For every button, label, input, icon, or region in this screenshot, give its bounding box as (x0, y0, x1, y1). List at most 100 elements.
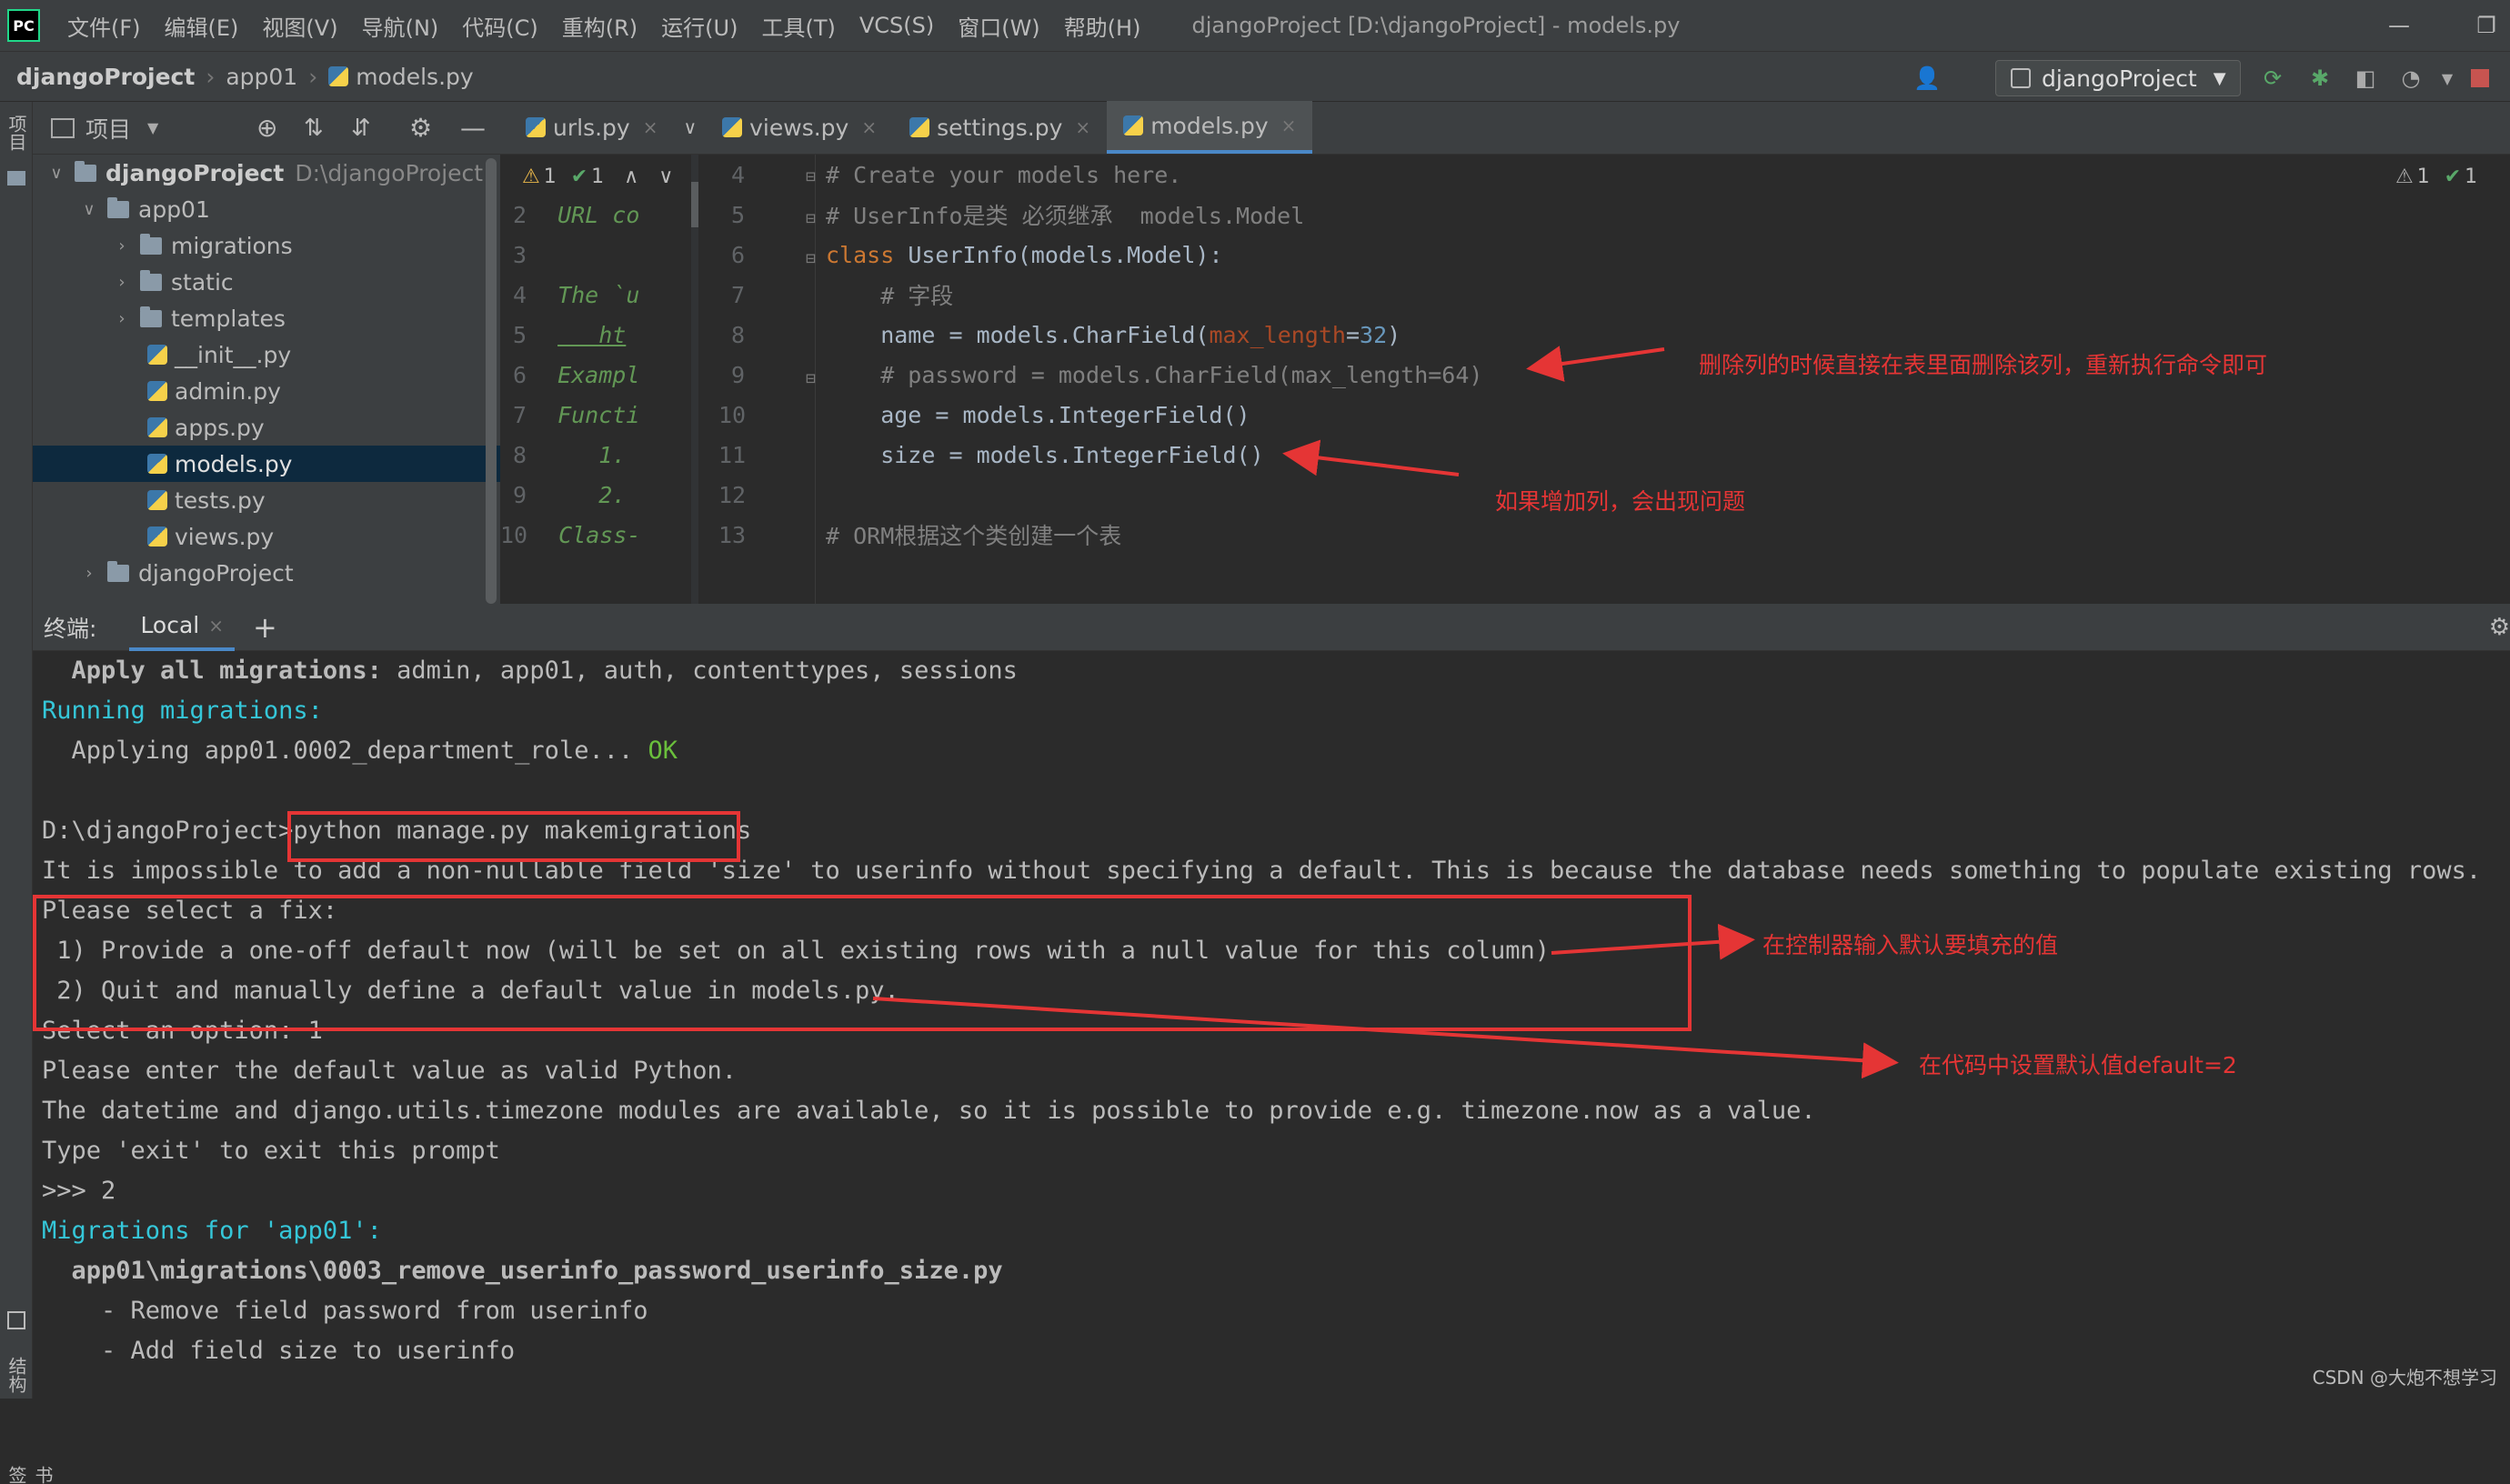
code-text: ) (1387, 322, 1401, 348)
tree-item-djangoproject-pkg[interactable]: › djangoProject (33, 555, 500, 591)
menu-window[interactable]: 窗口(W) (958, 10, 1039, 42)
debug-icon[interactable]: ✱ (2306, 65, 2334, 92)
restore-button[interactable]: ❐ (2470, 9, 2503, 42)
terminal-tab-local[interactable]: Local × (129, 604, 235, 651)
tab-urls-py[interactable]: urls.py × (509, 101, 674, 154)
chevron-down-icon[interactable]: ▼ (147, 119, 158, 136)
terminal-line: Migrations for 'app01': (42, 1211, 2497, 1251)
chevron-right-icon[interactable]: › (111, 236, 133, 256)
tree-item-djangoproject-root[interactable]: ∨ djangoProject D:\djangoProject (33, 155, 500, 191)
bookmarks-tool-tab[interactable]: 书签 (4, 1466, 56, 1484)
tab-label: urls.py (553, 115, 630, 141)
minimize-button[interactable]: — (2383, 9, 2415, 42)
pycharm-logo-icon: PC (7, 9, 40, 42)
project-tool-tab[interactable]: 项目 (4, 115, 30, 151)
warning-icon: ⚠ (522, 165, 540, 188)
menu-file[interactable]: 文件(F) (67, 10, 141, 42)
tab-views-py[interactable]: views.py × (706, 101, 893, 154)
fold-icon[interactable]: ⊟ (806, 249, 816, 268)
project-panel: 项目 ▼ ⊕ ⇅ ⇵ ⚙ — ∨ djangoProject D:\django… (33, 102, 500, 604)
terminal-text: admin, app01, auth, contenttypes, sessio… (382, 657, 1018, 685)
chevron-up-icon[interactable]: ∧ (624, 165, 638, 188)
tree-item-apps-py[interactable]: apps.py (33, 409, 500, 446)
tree-item-migrations[interactable]: › migrations (33, 227, 500, 264)
menu-view[interactable]: 视图(V) (262, 10, 337, 42)
python-file-icon (147, 490, 167, 510)
menu-refactor[interactable]: 重构(R) (562, 10, 638, 42)
tree-item-tests-py[interactable]: tests.py (33, 482, 500, 518)
more-run-options-icon[interactable]: ▼ (2434, 65, 2461, 92)
tree-item-views-py[interactable]: views.py (33, 518, 500, 555)
code-line-7: # 字段 (826, 275, 953, 315)
tab-settings-py[interactable]: settings.py × (893, 101, 1107, 154)
tree-item-admin-py[interactable]: admin.py (33, 373, 500, 409)
project-panel-title[interactable]: 项目 (85, 112, 131, 145)
code-text: URL co (557, 202, 639, 228)
inspection-widget-left[interactable]: ⚠ 1 ✔ 1 ∧ ∨ (522, 160, 673, 193)
menu-code[interactable]: 代码(C) (462, 10, 537, 42)
tab-models-py[interactable]: models.py × (1107, 101, 1312, 154)
run-config-selector[interactable]: djangoProject ▼ (1995, 60, 2241, 96)
expand-all-icon[interactable]: ⇅ (304, 115, 324, 142)
stop-icon[interactable] (2466, 65, 2494, 92)
menu-navigate[interactable]: 导航(N) (362, 10, 439, 42)
menu-edit[interactable]: 编辑(E) (165, 10, 239, 42)
python-file-icon (526, 117, 546, 137)
rerun-icon[interactable]: ⟳ (2259, 65, 2286, 92)
project-view-icon (51, 118, 75, 138)
gear-icon[interactable]: ⚙ (2489, 614, 2510, 641)
project-tree: ∨ djangoProject D:\djangoProject ∨ app01… (33, 155, 500, 591)
menu-vcs[interactable]: VCS(S) (859, 13, 934, 38)
chevron-down-icon[interactable]: ∨ (78, 200, 100, 219)
hide-panel-icon[interactable]: — (460, 113, 486, 143)
chevron-right-icon[interactable]: › (111, 273, 133, 292)
code-line-4: # Create your models here. (826, 155, 1181, 195)
close-icon[interactable]: × (1281, 115, 1297, 136)
chevron-right-icon: › (308, 64, 317, 90)
chevron-down-icon[interactable]: ∨ (683, 116, 697, 138)
chevron-down-icon[interactable]: ∨ (45, 164, 67, 183)
close-icon[interactable]: × (208, 615, 224, 637)
tree-item-static[interactable]: › static (33, 264, 500, 300)
profile-icon[interactable]: ◔ (2397, 65, 2425, 92)
breadcrumb-app01[interactable]: app01 (226, 64, 297, 90)
menu-run[interactable]: 运行(U) (661, 10, 738, 42)
python-file-icon (147, 454, 167, 474)
breadcrumb-models[interactable]: models.py (356, 64, 473, 90)
close-icon[interactable]: × (1075, 116, 1090, 138)
line-number: 3 (513, 242, 527, 268)
close-icon[interactable]: × (861, 116, 877, 138)
collapse-all-icon[interactable]: ⇵ (351, 115, 371, 142)
tree-item-label: djangoProject (138, 560, 294, 587)
tree-item-models-py[interactable]: models.py (33, 446, 500, 482)
tree-item-init-py[interactable]: __init__.py (33, 336, 500, 373)
fold-icon[interactable]: ⊟ (806, 209, 816, 228)
chevron-right-icon[interactable]: › (111, 309, 133, 328)
left-pane-scrollbar[interactable] (691, 182, 698, 227)
close-icon[interactable]: × (643, 116, 658, 138)
note-add-column: 如果增加列，会出现问题 (1495, 484, 1745, 516)
breadcrumb-project[interactable]: djangoProject (16, 64, 195, 90)
tab-overflow[interactable]: ∨ (674, 101, 706, 154)
code-line-6: class UserInfo(models.Model): (826, 235, 1223, 275)
gear-icon[interactable]: ⚙ (409, 113, 432, 143)
locate-file-icon[interactable]: ⊕ (256, 113, 277, 143)
chevron-down-icon[interactable]: ∨ (658, 165, 673, 188)
folder-icon (107, 201, 129, 218)
coverage-icon[interactable]: ◧ (2352, 65, 2379, 92)
chevron-right-icon[interactable]: › (78, 564, 100, 583)
fold-icon[interactable]: ⊟ (806, 167, 816, 186)
add-terminal-button[interactable]: + (253, 610, 277, 645)
user-icon[interactable]: 👤 (1913, 65, 1941, 92)
menu-tools[interactable]: 工具(T) (761, 10, 835, 42)
project-scrollbar[interactable] (486, 158, 497, 604)
structure-tool-tab[interactable]: 结构 (4, 1357, 30, 1393)
tree-item-app01[interactable]: ∨ app01 (33, 191, 500, 227)
menu-help[interactable]: 帮助(H) (1064, 10, 1141, 42)
fold-icon[interactable]: ⊟ (806, 369, 816, 388)
tree-item-label: static (171, 269, 234, 296)
tree-item-label: views.py (175, 524, 274, 550)
tree-item-templates[interactable]: › templates (33, 300, 500, 336)
inspection-widget-right[interactable]: ⚠ 1 ✔ 1 (2395, 160, 2477, 193)
left-code-line: 7Functi (513, 395, 639, 435)
